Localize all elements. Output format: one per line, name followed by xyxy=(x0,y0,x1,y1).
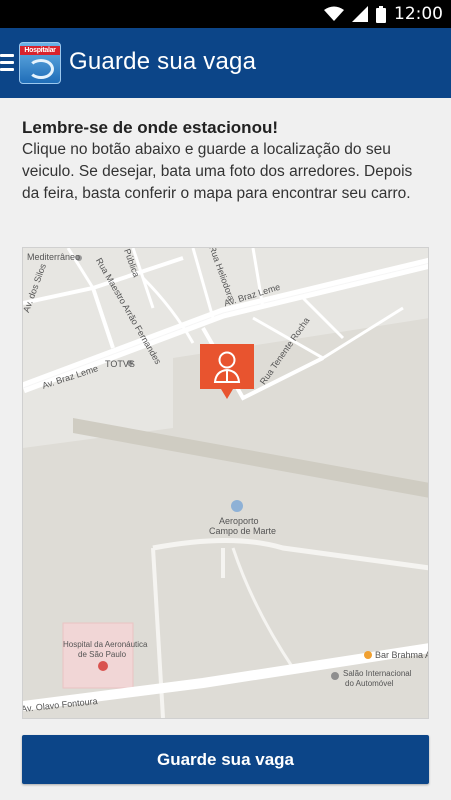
app-title: Guarde sua vaga xyxy=(69,48,257,75)
map-label-bar-brahma: Bar Brahma Aeroporto xyxy=(375,650,428,660)
status-bar: 12:00 xyxy=(0,0,451,28)
save-spot-button[interactable]: Guarde sua vaga xyxy=(22,735,429,784)
app-logo[interactable]: Hospitalar xyxy=(19,42,61,84)
map-label-hospital: Hospital da Aeronáutica xyxy=(63,640,148,649)
map-label-automovel: do Automóvel xyxy=(345,679,394,688)
hamburger-menu-icon[interactable] xyxy=(0,54,14,72)
map-label-campo-de-marte: Campo de Marte xyxy=(209,526,277,536)
map-label-totvs: TOTVS xyxy=(105,359,135,369)
wifi-icon xyxy=(324,6,344,21)
signal-icon xyxy=(352,6,368,22)
person-marker-icon[interactable] xyxy=(200,344,254,400)
main-content: Lembre-se de onde estacionou! Clique no … xyxy=(0,98,451,800)
status-icons: 12:00 xyxy=(324,4,443,24)
app-logo-text: Hospitalar xyxy=(20,46,60,55)
battery-icon xyxy=(376,5,386,23)
logo-swirl-icon xyxy=(28,59,54,79)
map-label-salao: Salão Internacional xyxy=(343,669,412,678)
map-label-aeroporto: Aeroporto xyxy=(219,516,259,526)
map-label-hospital-sp: de São Paulo xyxy=(78,650,127,659)
status-time: 12:00 xyxy=(394,4,443,24)
page-heading: Lembre-se de onde estacionou! xyxy=(22,118,278,137)
map-view[interactable]: Mediterrâneo Av. dos Silos Rua Maestro A… xyxy=(22,247,429,719)
map-label-mediterraneo: Mediterrâneo xyxy=(27,252,81,262)
page-description: Clique no botão abaixo e guarde a locali… xyxy=(22,141,413,202)
app-bar: Hospitalar Guarde sua vaga xyxy=(0,28,451,98)
